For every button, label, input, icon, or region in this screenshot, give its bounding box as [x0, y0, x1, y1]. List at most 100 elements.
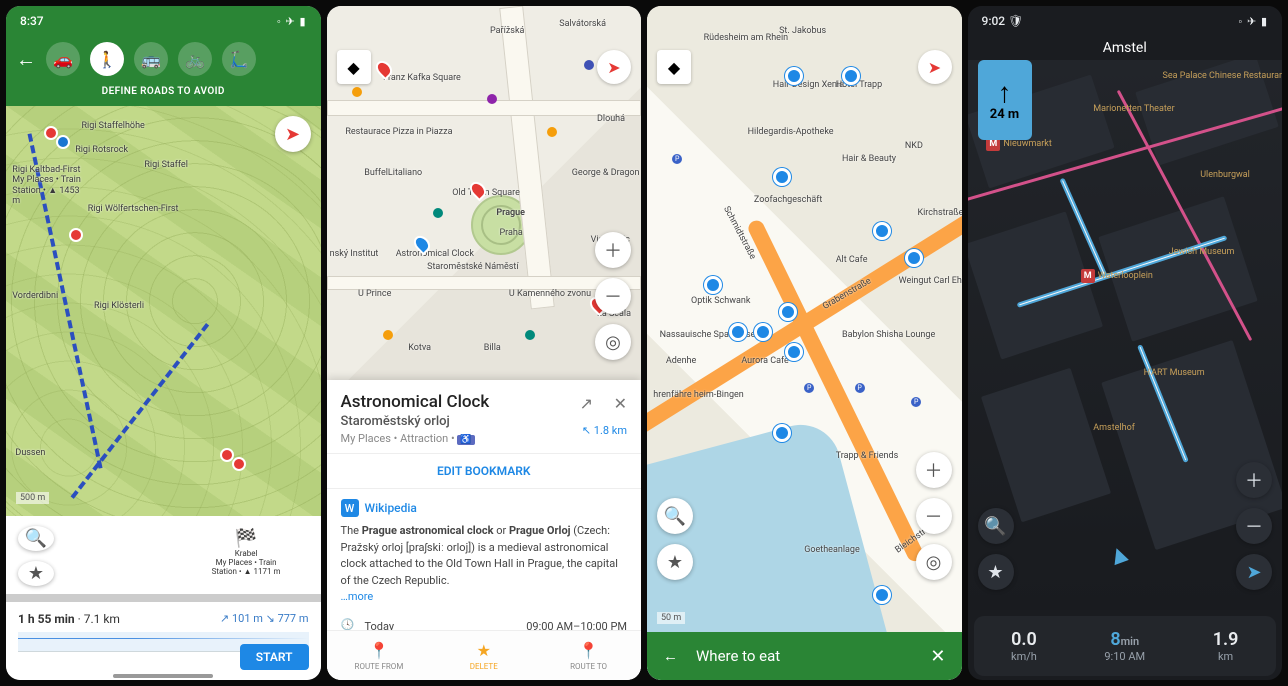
speed-cell: 0.0 km/h — [974, 629, 1075, 663]
mode-transit[interactable]: 🚌 — [134, 42, 168, 76]
search-button[interactable]: 🔍 — [978, 508, 1014, 544]
map-label: Rigi Wölfertschen-First — [88, 204, 179, 214]
map-label: Kotva — [408, 343, 431, 353]
compass-icon[interactable]: ➤ — [918, 50, 952, 84]
mode-scooter[interactable]: 🛴 — [222, 42, 256, 76]
bookmark-button[interactable]: ★ — [978, 554, 1014, 590]
zoom-out-button[interactable]: － — [1236, 508, 1272, 544]
place-detail-screen: Franz Kafka Square Pařížská Salvátorská … — [327, 6, 642, 680]
waypoint-pin[interactable] — [69, 228, 83, 242]
map-label: BuffelLitaliano — [364, 168, 422, 178]
map-label: Praha — [499, 228, 522, 238]
map-label: Zoofachgeschäft — [754, 195, 822, 205]
map-label: Vorderdibni — [12, 291, 58, 301]
delete-button[interactable]: ★DELETE — [431, 631, 536, 680]
back-icon[interactable]: ← — [663, 647, 678, 665]
locate-button[interactable]: ◎ — [595, 324, 631, 360]
compass-icon[interactable]: ➤ — [275, 116, 311, 152]
rudesheim-map[interactable]: Rüdesheim am Rhein St. Jakobus Hair-Desi… — [647, 6, 962, 680]
compass-icon[interactable]: ➤ — [597, 50, 631, 84]
map-label: Ulenburgwal — [1200, 170, 1250, 180]
search-category-bar[interactable]: ← Where to eat ✕ — [647, 632, 962, 680]
waypoint-pin[interactable] — [220, 448, 234, 462]
food-marker[interactable] — [779, 303, 797, 321]
more-link[interactable]: …more — [341, 590, 374, 603]
search-button[interactable]: 🔍 — [657, 498, 693, 534]
map-label: Trapp & Friends — [836, 451, 899, 461]
mode-car[interactable]: 🚗 — [46, 42, 80, 76]
search-button[interactable]: 🔍 — [18, 526, 54, 551]
layers-button[interactable]: ◆ — [337, 50, 371, 84]
define-roads-link[interactable]: DEFINE ROADS TO AVOID — [16, 86, 311, 97]
route-stats: 1 h 55 min · 7.1 km — [18, 612, 120, 626]
map-label: Dussen — [15, 448, 45, 458]
drag-handle[interactable] — [113, 674, 213, 678]
back-icon[interactable]: ← — [16, 47, 40, 72]
food-marker[interactable] — [704, 276, 722, 294]
food-marker[interactable] — [873, 586, 891, 604]
zoom-in-button[interactable]: ＋ — [595, 232, 631, 268]
map-scale: 50 m — [657, 612, 685, 624]
map-label: Babylon Shisha Lounge — [842, 330, 935, 340]
food-marker[interactable] — [773, 424, 791, 442]
locate-button[interactable]: ◎ — [916, 544, 952, 580]
elevation-stats: ↗ 101 m ↘ 777 m — [220, 612, 308, 626]
turn-distance: 24 m — [990, 107, 1019, 122]
clock: 8:37 — [20, 14, 44, 28]
wikipedia-section: WWikipedia The Prague astronomical clock… — [327, 489, 642, 616]
map-label: Jewish Museum — [1169, 247, 1235, 257]
bookmark-button[interactable]: ★ — [657, 544, 693, 580]
map-label: Goetheanlage — [804, 545, 860, 555]
eta-cell[interactable]: 8min 9:10 AM — [1074, 629, 1175, 663]
map-label: Optik Schwank — [691, 296, 750, 306]
waypoint-pin[interactable] — [44, 126, 58, 140]
map-label: Rigi Staffelhöhe — [81, 121, 144, 131]
share-icon[interactable]: ↗ — [580, 394, 593, 413]
layers-button[interactable]: ◆ — [657, 50, 691, 84]
zoom-out-button[interactable]: － — [595, 278, 631, 314]
food-marker[interactable] — [729, 323, 747, 341]
map-label: Franz Kafka Square — [383, 73, 461, 83]
map-label: hrenfähre heim-Bingen — [653, 390, 743, 400]
zoom-in-button[interactable]: ＋ — [1236, 462, 1272, 498]
recenter-button[interactable]: ➤ — [1236, 554, 1272, 590]
close-icon[interactable]: ✕ — [930, 646, 945, 667]
turn-card[interactable]: ↑ 24 m — [978, 60, 1032, 140]
edit-bookmark-button[interactable]: EDIT BOOKMARK — [327, 454, 642, 489]
hiking-route-screen: 8:37 ◦ ✈ ▮ ← 🚗 🚶 🚌 🚲 🛴 DEFINE ROADS TO A… — [6, 6, 321, 680]
nav-bottom-bar[interactable]: 0.0 km/h 8min 9:10 AM 1.9 km — [974, 616, 1277, 676]
food-marker[interactable] — [754, 323, 772, 341]
nav-map[interactable]: Sea Palace Chinese Restaurant Restaurant… — [968, 60, 1283, 610]
map-label: Alt Cafe — [836, 255, 868, 265]
map-label: Staroměstské Náměstí — [427, 262, 518, 272]
place-distance: ↖ 1.8 km — [582, 424, 627, 437]
start-button[interactable]: START — [240, 644, 309, 670]
food-marker[interactable] — [905, 249, 923, 267]
route-to-button[interactable]: 📍ROUTE TO — [536, 631, 641, 680]
close-icon[interactable]: ✕ — [614, 394, 627, 413]
food-marker[interactable] — [842, 67, 860, 85]
map-label: nský Institut — [330, 249, 379, 259]
map-label: H'ART Museum — [1144, 368, 1205, 378]
map-label: Rigi Klösterli — [94, 301, 144, 311]
food-marker[interactable] — [773, 168, 791, 186]
map-label: Pařížská — [490, 26, 524, 36]
route-from-button[interactable]: 📍ROUTE FROM — [327, 631, 432, 680]
food-marker[interactable] — [785, 343, 803, 361]
place-sheet[interactable]: Astronomical Clock Staroměstský orloj My… — [327, 380, 642, 680]
food-marker[interactable] — [873, 222, 891, 240]
wikipedia-link[interactable]: WWikipedia — [341, 499, 628, 517]
hiking-map[interactable]: Rigi Staffelhöhe Rigi Rotsrock Rigi Staf… — [6, 106, 321, 594]
food-marker[interactable] — [785, 67, 803, 85]
route-summary-sheet[interactable]: 1 h 55 min · 7.1 km ↗ 101 m ↘ 777 m STAR… — [6, 602, 321, 680]
map-label: Hotel Trapp — [836, 80, 882, 90]
destination-marker[interactable]: 🏁 Krabel My Places • Train Station • ▲ 1… — [212, 528, 281, 576]
clock: 9:02 🛡 — [982, 14, 1024, 28]
mode-bike[interactable]: 🚲 — [178, 42, 212, 76]
zoom-out-button[interactable]: － — [916, 498, 952, 534]
mode-walk[interactable]: 🚶 — [90, 42, 124, 76]
zoom-in-button[interactable]: ＋ — [916, 452, 952, 488]
map-label: St. Jakobus — [779, 26, 826, 36]
bookmark-button[interactable]: ★ — [18, 561, 54, 586]
status-icons: ◦ ✈ ▮ — [277, 15, 307, 28]
